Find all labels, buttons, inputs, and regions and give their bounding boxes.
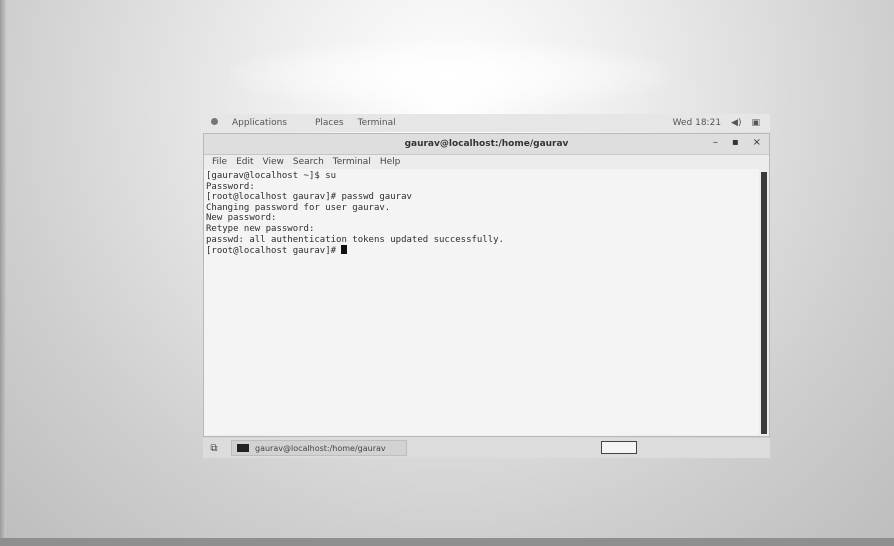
terminal-prompt: [root@localhost gaurav]# [206,246,342,257]
menu-edit[interactable]: Edit [236,157,253,167]
terminal-line: passwd: all authentication tokens update… [206,234,505,245]
workspace-switcher[interactable] [601,441,637,454]
top-bar-menus: Applications Places Terminal [211,118,410,128]
top-bar-status: Wed 18:21 ◀) ▣ [663,118,760,128]
menu-file[interactable]: File [212,157,227,167]
terminal-cursor [341,245,348,255]
terminal-scrollbar[interactable] [761,172,767,434]
taskbar-terminal-item[interactable]: gaurav@localhost:/home/gaurav [231,440,407,456]
clock[interactable]: Wed 18:21 [673,118,721,128]
menu-search[interactable]: Search [293,157,324,167]
terminal-output[interactable]: [gaurav@localhost ~]$ su Password: [root… [204,169,759,435]
maximize-button[interactable]: ▪ [732,137,739,148]
terminal-line: New password: [206,213,277,224]
terminal-line: Changing password for user gaurav. [206,202,391,213]
menu-view[interactable]: View [263,157,284,167]
monitor-bezel-bottom [0,538,894,546]
screen-glare [230,40,670,110]
volume-icon[interactable]: ◀) [731,118,741,128]
window-controls: – ▪ × [699,137,761,148]
terminal-window: gaurav@localhost:/home/gaurav – ▪ × File… [203,133,770,437]
minimize-button[interactable]: – [713,137,718,148]
taskbar-item-label: gaurav@localhost:/home/gaurav [255,443,386,453]
window-title: gaurav@localhost:/home/gaurav [404,139,569,149]
terminal-app-menu[interactable]: Terminal [358,118,396,128]
photo-of-screen: Applications Places Terminal Wed 18:21 ◀… [0,0,894,546]
terminal-icon [237,444,249,452]
applications-icon [211,118,218,125]
battery-icon[interactable]: ▣ [751,118,760,128]
places-menu[interactable]: Places [315,118,344,128]
terminal-menubar: File Edit View Search Terminal Help [204,155,769,169]
terminal-line: [root@localhost gaurav]# passwd gaurav [206,192,412,203]
terminal-prompt-line: [root@localhost gaurav]# [206,245,759,257]
terminal-line: [gaurav@localhost ~]$ su [206,171,337,181]
monitor-bezel-left [0,0,6,546]
menu-terminal[interactable]: Terminal [333,157,371,167]
gnome-top-bar: Applications Places Terminal Wed 18:21 ◀… [203,114,770,132]
menu-help[interactable]: Help [380,157,401,167]
bottom-taskbar: ⧉ gaurav@localhost:/home/gaurav [203,438,770,458]
show-desktop-icon[interactable]: ⧉ [205,443,223,454]
terminal-line: Password: [206,181,255,192]
close-button[interactable]: × [753,137,761,148]
window-titlebar[interactable]: gaurav@localhost:/home/gaurav – ▪ × [204,134,769,155]
terminal-line: Retype new password: [206,223,315,234]
applications-menu[interactable]: Applications [211,118,301,128]
